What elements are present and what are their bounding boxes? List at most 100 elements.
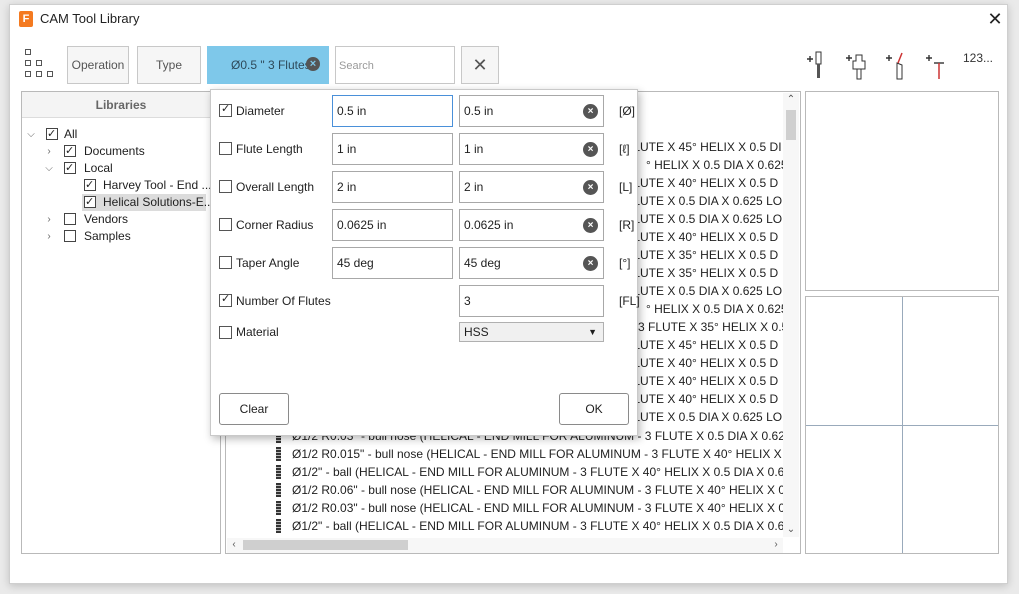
cam-tool-library-window: F CAM Tool Library ✕ Operation Type Ø0.5… [9,4,1008,584]
chevron-right-icon[interactable]: › [44,228,54,245]
tree-item-local[interactable]: ⌵ Local [22,160,220,177]
tool-row[interactable]: FLUTE X 40° HELIX X 0.5 D [626,174,784,192]
clear-search-button[interactable]: ✕ [461,46,499,84]
checkbox-harvey-tool[interactable] [84,177,96,194]
corner-radius-min-input[interactable]: 0.0625 in [332,209,453,241]
tree-item-harvey-tool[interactable]: Harvey Tool - End ... [22,177,220,194]
tool-row[interactable]: Ø1/2" - ball (HELICAL - END MILL FOR ALU… [292,517,784,535]
tree-item-label: Harvey Tool - End ... [103,178,212,192]
tool-row[interactable]: 3 FLUTE X 35° HELIX X 0.5 D [638,318,784,336]
tool-row[interactable]: FLUTE X 35° HELIX X 0.5 D [626,246,784,264]
taper-angle-min-input[interactable]: 45 deg [332,247,453,279]
remove-filter-icon[interactable]: × [306,57,320,71]
material-value: HSS [464,325,489,339]
clear-field-icon[interactable]: × [583,104,598,119]
overall-length-checkbox[interactable] [219,180,232,193]
filter-row-taper-angle: Taper Angle 45 deg 45 deg × [°] [211,247,639,279]
checkbox-documents[interactable] [64,143,76,160]
window-title: CAM Tool Library [40,11,140,26]
flute-length-min-input[interactable]: 1 in [332,133,453,165]
tool-row[interactable]: ° HELIX X 0.5 DIA X 0.625 LO [646,156,784,174]
unit-label: [FL] [619,294,640,308]
unit-label: [ℓ] [619,142,630,156]
tool-preview-panel [805,91,999,291]
ok-button[interactable]: OK [559,393,629,425]
scroll-right-icon[interactable]: › [769,538,783,552]
tree-item-all[interactable]: ⌵ All [22,126,220,143]
add-holder-icon[interactable] [843,49,869,83]
clear-button[interactable]: Clear [219,393,289,425]
clear-field-icon[interactable]: × [583,142,598,157]
corner-radius-checkbox[interactable] [219,218,232,231]
tool-row[interactable]: FLUTE X 0.5 DIA X 0.625 LO [626,282,784,300]
horizontal-scroll-thumb[interactable] [243,540,408,550]
clear-field-icon[interactable]: × [583,180,598,195]
checkbox-all[interactable] [46,126,58,143]
filter-dialog: Diameter 0.5 in 0.5 in × [Ø] Flute Lengt… [210,89,640,436]
scroll-left-icon[interactable]: ‹ [227,538,241,552]
add-mill-tool-icon[interactable] [803,49,829,83]
chevron-down-icon[interactable]: ⌵ [26,126,36,143]
tool-row[interactable]: FLUTE X 40° HELIX X 0.5 D [626,372,784,390]
checkbox-samples[interactable] [64,230,76,242]
renumber-tools-icon[interactable]: 123... [961,51,995,85]
filter-row-flutes: Number Of Flutes 3 [FL] [211,285,640,317]
add-turning-tool-icon[interactable] [883,49,909,83]
checkbox-local[interactable] [64,160,76,177]
tool-row[interactable]: FLUTE X 0.5 DIA X 0.625 LO [626,192,784,210]
tool-row[interactable]: Ø1/2" - ball (HELICAL - END MILL FOR ALU… [292,463,784,481]
tool-row[interactable]: FLUTE X 40° HELIX X 0.5 D [626,354,784,372]
filter-row-material: Material HSS ▼ [211,320,639,344]
vertical-scroll-thumb[interactable] [786,110,796,140]
close-icon[interactable]: ✕ [985,9,1005,29]
tool-row[interactable]: FLUTE X 0.5 DIA X 0.625 LO [626,210,784,228]
chevron-right-icon[interactable]: › [44,211,54,228]
taper-angle-checkbox[interactable] [219,256,232,269]
tool-row[interactable]: Ø1/2 R0.03" - bull nose (HELICAL - END M… [292,499,784,517]
scroll-down-icon[interactable]: ⌄ [783,523,799,537]
filter-label: Diameter [236,104,285,118]
clear-field-icon[interactable]: × [583,256,598,271]
filter-row-diameter: Diameter 0.5 in 0.5 in × [Ø] [211,95,639,127]
scroll-up-icon[interactable]: ⌃ [783,93,799,107]
operation-filter-button[interactable]: Operation [67,46,129,84]
view-grid-icon[interactable] [25,49,53,79]
checkbox-helical-solutions[interactable] [84,194,96,211]
flute-length-checkbox[interactable] [219,142,232,155]
end-mill-icon [276,501,281,515]
clear-field-icon[interactable]: × [583,218,598,233]
tool-row[interactable]: ° HELIX X 0.5 DIA X 0.625 LO [646,300,784,318]
flutes-input[interactable]: 3 [459,285,604,317]
tree-item-helical-solutions[interactable]: Helical Solutions-E... [82,194,214,211]
search-input[interactable]: Search [335,46,455,84]
chevron-down-icon[interactable]: ⌵ [44,160,54,177]
material-select[interactable]: HSS ▼ [459,322,604,342]
vertical-scrollbar[interactable]: ⌃ ⌄ [783,93,799,537]
flutes-checkbox[interactable] [219,292,232,307]
tool-row[interactable]: FLUTE X 40° HELIX X 0.5 D [626,390,784,408]
diameter-checkbox[interactable] [219,102,232,117]
tree-item-samples[interactable]: › Samples [22,228,220,245]
tool-row[interactable]: FLUTE X 35° HELIX X 0.5 D [626,264,784,282]
filter-label: Flute Length [236,142,303,156]
tool-row[interactable]: Ø1/2 R0.015" - bull nose (HELICAL - END … [292,445,784,463]
tool-row[interactable]: FLUTE X 40° HELIX X 0.5 D [626,228,784,246]
filter-row-corner-radius: Corner Radius 0.0625 in 0.0625 in × [R] [211,209,639,241]
tool-row[interactable]: FLUTE X 0.5 DIA X 0.625 LO [626,408,784,426]
tool-row[interactable]: FLUTE X 45° HELIX X 0.5 D [626,336,784,354]
add-probe-icon[interactable] [923,49,949,83]
filter-label: Corner Radius [236,218,314,232]
type-filter-button[interactable]: Type [137,46,201,84]
tree-item-vendors[interactable]: › Vendors [22,211,220,228]
chevron-right-icon[interactable]: › [44,143,54,160]
checkbox-vendors[interactable] [64,213,76,225]
tool-row[interactable]: Ø1/2 R0.06" - bull nose (HELICAL - END M… [292,481,784,499]
tree-item-label: Samples [84,229,131,243]
diameter-min-input[interactable]: 0.5 in [332,95,453,127]
material-checkbox[interactable] [219,326,232,339]
unit-label: [°] [619,256,631,270]
filter-label: Number Of Flutes [236,294,331,308]
overall-length-min-input[interactable]: 2 in [332,171,453,203]
tree-item-documents[interactable]: › Documents [22,143,220,160]
tool-row[interactable]: FLUTE X 45° HELIX X 0.5 DI [626,138,784,156]
